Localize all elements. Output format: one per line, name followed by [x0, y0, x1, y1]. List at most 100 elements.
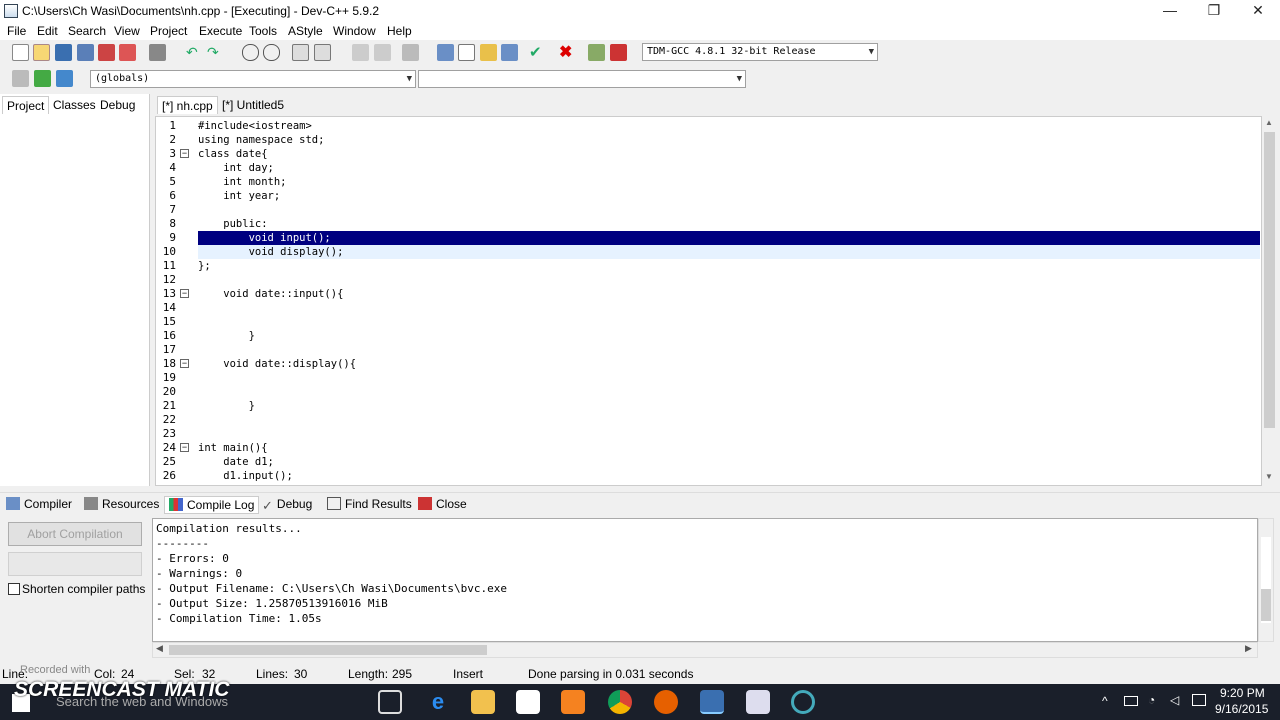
toggle-view-icon[interactable]	[501, 44, 518, 61]
stop-execution-icon[interactable]: ✖	[559, 44, 576, 61]
tray-chevron-icon[interactable]: ^	[1102, 694, 1108, 708]
editor-vertical-scrollbar[interactable]: ▲ ▼	[1262, 116, 1277, 486]
code-line[interactable]: using namespace std;	[198, 133, 1260, 147]
code-line[interactable]	[198, 371, 1260, 385]
volume-icon[interactable]: ◁	[1170, 693, 1179, 707]
tab-untitled5[interactable]: [*] Untitled5	[218, 96, 288, 114]
log-horizontal-scrollbar[interactable]: ◀ ▶	[152, 642, 1258, 658]
run-icon[interactable]	[34, 70, 51, 87]
bookmark-prev-icon[interactable]	[352, 44, 369, 61]
code-line[interactable]: };	[198, 259, 1260, 273]
unindent-icon[interactable]	[314, 44, 331, 61]
tab-nh-cpp[interactable]: [*] nh.cpp	[157, 96, 218, 114]
fold-toggle-icon[interactable]: −	[180, 289, 189, 298]
tab-resources[interactable]: Resources	[84, 496, 159, 514]
code-line[interactable]: class date{	[198, 147, 1260, 161]
compile-log-output[interactable]: Compilation results... -------- - Errors…	[152, 518, 1258, 642]
media-player-icon[interactable]	[561, 690, 585, 714]
scroll-up-arrow-icon[interactable]: ▲	[1265, 118, 1273, 127]
new-class-icon[interactable]	[458, 44, 475, 61]
screencast-task-icon[interactable]	[791, 690, 815, 714]
shorten-paths-checkbox[interactable]	[8, 583, 20, 595]
code-line[interactable]	[198, 315, 1260, 329]
menu-file[interactable]: File	[7, 24, 26, 38]
code-line[interactable]: void display();	[198, 245, 1260, 259]
tab-debug-bottom[interactable]: ✓ Debug	[262, 496, 312, 514]
compile-run-icon[interactable]	[56, 70, 73, 87]
tab-find-results[interactable]: Find Results	[327, 496, 412, 514]
log-vertical-scrollbar[interactable]	[1258, 518, 1274, 642]
file-explorer-icon[interactable]	[471, 690, 495, 714]
menu-help[interactable]: Help	[387, 24, 412, 38]
undo-icon[interactable]: ↶	[186, 44, 203, 61]
console-task-icon[interactable]	[746, 690, 770, 714]
abort-compilation-button[interactable]: Abort Compilation	[8, 522, 142, 546]
clock-date[interactable]: 9/16/2015	[1215, 702, 1268, 716]
code-line[interactable]: }	[198, 329, 1260, 343]
scroll-thumb[interactable]	[1261, 589, 1271, 621]
code-line[interactable]: void date::display(){	[198, 357, 1260, 371]
compiler-select[interactable]: TDM-GCC 4.8.1 32-bit Release ▼	[642, 43, 878, 61]
menu-search[interactable]: Search	[68, 24, 106, 38]
devcpp-task-icon[interactable]	[700, 690, 724, 714]
scroll-left-arrow-icon[interactable]: ◀	[156, 643, 163, 654]
scroll-down-arrow-icon[interactable]: ▼	[1265, 472, 1273, 481]
minimize-button[interactable]: —	[1148, 0, 1192, 22]
maximize-button[interactable]: ❐	[1192, 0, 1236, 22]
open-file-icon[interactable]	[33, 44, 50, 61]
new-project-icon[interactable]	[437, 44, 454, 61]
action-center-icon[interactable]	[1192, 694, 1206, 706]
code-line[interactable]	[198, 203, 1260, 217]
delete-profile-icon[interactable]	[610, 44, 627, 61]
replace-icon[interactable]	[263, 44, 280, 61]
compile-icon[interactable]	[12, 70, 29, 87]
battery-icon[interactable]	[1124, 696, 1138, 706]
code-line[interactable]	[198, 413, 1260, 427]
fold-toggle-icon[interactable]: −	[180, 359, 189, 368]
firefox-icon[interactable]	[654, 690, 678, 714]
profile-icon[interactable]	[588, 44, 605, 61]
indent-icon[interactable]	[292, 44, 309, 61]
print-icon[interactable]	[149, 44, 166, 61]
code-line[interactable]: void input();	[198, 231, 1260, 245]
code-line[interactable]: }	[198, 399, 1260, 413]
code-line[interactable]: #include<iostream>	[198, 119, 1260, 133]
code-line[interactable]: int year;	[198, 189, 1260, 203]
edge-icon[interactable]: e	[426, 690, 450, 714]
save-all-icon[interactable]	[77, 44, 94, 61]
code-line[interactable]: date d1;	[198, 455, 1260, 469]
find-icon[interactable]	[242, 44, 259, 61]
close-window-button[interactable]: ✕	[1236, 0, 1280, 22]
menu-astyle[interactable]: AStyle	[288, 24, 323, 38]
check-syntax-icon[interactable]: ✔	[529, 44, 546, 61]
tab-compiler[interactable]: Compiler	[6, 496, 72, 514]
store-icon[interactable]	[516, 690, 540, 714]
code-line[interactable]: public:	[198, 217, 1260, 231]
member-select[interactable]: ▼	[418, 70, 746, 88]
menu-window[interactable]: Window	[333, 24, 376, 38]
chrome-icon[interactable]	[608, 690, 632, 714]
tab-close[interactable]: Close	[418, 496, 467, 514]
network-icon[interactable]: ◔	[1148, 693, 1155, 707]
tab-project[interactable]: Project	[2, 96, 50, 114]
scroll-thumb[interactable]	[169, 645, 487, 655]
scroll-right-arrow-icon[interactable]: ▶	[1245, 643, 1252, 654]
clock-time[interactable]: 9:20 PM	[1220, 686, 1265, 700]
menu-view[interactable]: View	[114, 24, 140, 38]
task-view-icon[interactable]	[378, 690, 402, 714]
project-options-icon[interactable]	[480, 44, 497, 61]
code-line[interactable]	[198, 427, 1260, 441]
code-line[interactable]: int day;	[198, 161, 1260, 175]
menu-project[interactable]: Project	[150, 24, 187, 38]
code-line[interactable]	[198, 273, 1260, 287]
menu-execute[interactable]: Execute	[199, 24, 242, 38]
goto-icon[interactable]	[402, 44, 419, 61]
code-line[interactable]	[198, 301, 1260, 315]
code-line[interactable]	[198, 343, 1260, 357]
code-editor[interactable]: 1 2 3−4 5 6 7 8 9 10 11 12 13−14 15 16 17 18−19 20 21 22 23…	[155, 116, 1262, 486]
fold-toggle-icon[interactable]: −	[180, 443, 189, 452]
menu-edit[interactable]: Edit	[37, 24, 58, 38]
menu-tools[interactable]: Tools	[249, 24, 277, 38]
tab-classes[interactable]: Classes	[49, 96, 100, 114]
code-line[interactable]: void date::input(){	[198, 287, 1260, 301]
